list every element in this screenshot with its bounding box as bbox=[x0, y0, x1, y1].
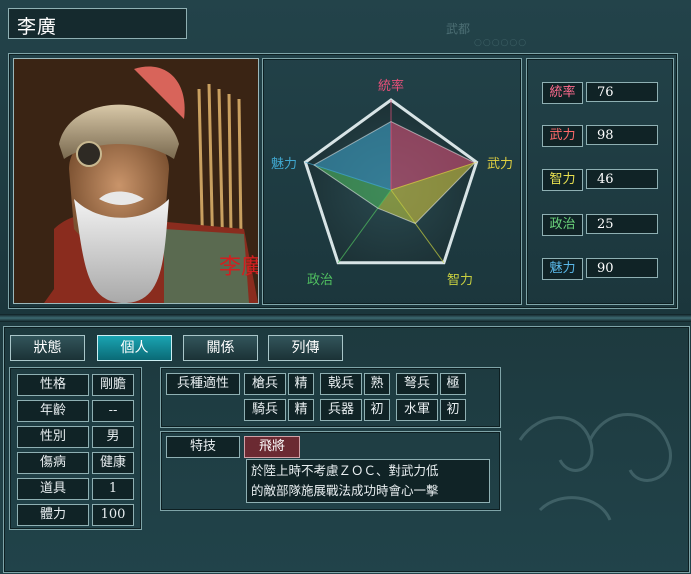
cloud-ornament bbox=[518, 413, 672, 521]
skill-desc-line1: 於陸上時不考慮ＺＯＣ、對武力低 bbox=[251, 463, 439, 478]
stat-value: 90 bbox=[586, 258, 658, 278]
troop-type: 騎兵 bbox=[244, 399, 286, 421]
radar-axis-label: 魅力 bbox=[271, 157, 297, 172]
attribute-radar: 統率武力智力 政治 魅力 bbox=[262, 58, 520, 303]
radar-axis-label: 武力 bbox=[487, 157, 513, 172]
officer-name-box: 李廣 bbox=[8, 8, 187, 39]
stat-label: 智力 bbox=[542, 169, 583, 191]
troop-grade: 精 bbox=[288, 373, 314, 395]
personal-info-value: 1 bbox=[92, 478, 134, 500]
troop-type: 弩兵 bbox=[396, 373, 438, 395]
special-skill-name[interactable]: 飛將 bbox=[244, 436, 300, 458]
personal-info-value: 健康 bbox=[92, 452, 134, 474]
radar-axis-label: 智力 bbox=[447, 273, 473, 288]
stat-label: 魅力 bbox=[542, 258, 583, 280]
troop-grade: 極 bbox=[440, 373, 466, 395]
personal-info-value: 剛膽 bbox=[92, 374, 134, 396]
radar-axis-label: 統率 bbox=[378, 78, 404, 94]
stat-value: 25 bbox=[586, 214, 658, 234]
officer-name: 李廣 bbox=[17, 16, 58, 38]
troop-type: 槍兵 bbox=[244, 373, 286, 395]
personal-info-label: 性格 bbox=[17, 374, 89, 396]
stat-value: 98 bbox=[586, 125, 658, 145]
personal-info-value: -- bbox=[92, 400, 134, 422]
stat-label: 政治 bbox=[542, 214, 583, 236]
skill-desc-line2: 的敵部隊施展戰法成功時會心一擊 bbox=[251, 483, 439, 498]
troop-type: 水軍 bbox=[396, 399, 438, 421]
personal-info-value: 100 bbox=[92, 504, 134, 526]
troop-grade: 初 bbox=[440, 399, 466, 421]
stat-label: 統率 bbox=[542, 82, 583, 104]
personal-info-label: 體力 bbox=[17, 504, 89, 526]
ghost-location-tag: 武都 bbox=[446, 22, 471, 36]
officer-portrait: 李廣 bbox=[13, 58, 259, 304]
troop-grade: 初 bbox=[364, 399, 390, 421]
portrait-image: 李廣 bbox=[14, 59, 258, 303]
stat-value: 46 bbox=[586, 169, 658, 189]
troop-type: 戟兵 bbox=[320, 373, 362, 395]
radar-svg: 統率武力智力 政治 魅力 bbox=[271, 78, 513, 288]
special-skill-title: 特技 bbox=[166, 436, 240, 458]
stat-label: 武力 bbox=[542, 125, 583, 147]
personal-info-label: 道具 bbox=[17, 478, 89, 500]
troop-grade: 熟 bbox=[364, 373, 390, 395]
personal-info-label: 性別 bbox=[17, 426, 89, 448]
special-skill-description: 於陸上時不考慮ＺＯＣ、對武力低 的敵部隊施展戰法成功時會心一擊 bbox=[246, 459, 490, 503]
troop-aptitude-title: 兵種適性 bbox=[166, 373, 240, 395]
personal-info-label: 傷病 bbox=[17, 452, 89, 474]
portrait-seal: 李廣 bbox=[219, 255, 258, 280]
troop-grade: 精 bbox=[288, 399, 314, 421]
stat-value: 76 bbox=[586, 82, 658, 102]
ghost-rank-dots: ○○○○○○ bbox=[474, 38, 528, 48]
personal-info-label: 年齡 bbox=[17, 400, 89, 422]
troop-type: 兵器 bbox=[320, 399, 362, 421]
radar-axis-label: 政治 bbox=[307, 273, 333, 288]
personal-info-value: 男 bbox=[92, 426, 134, 448]
panel-divider bbox=[0, 314, 691, 322]
